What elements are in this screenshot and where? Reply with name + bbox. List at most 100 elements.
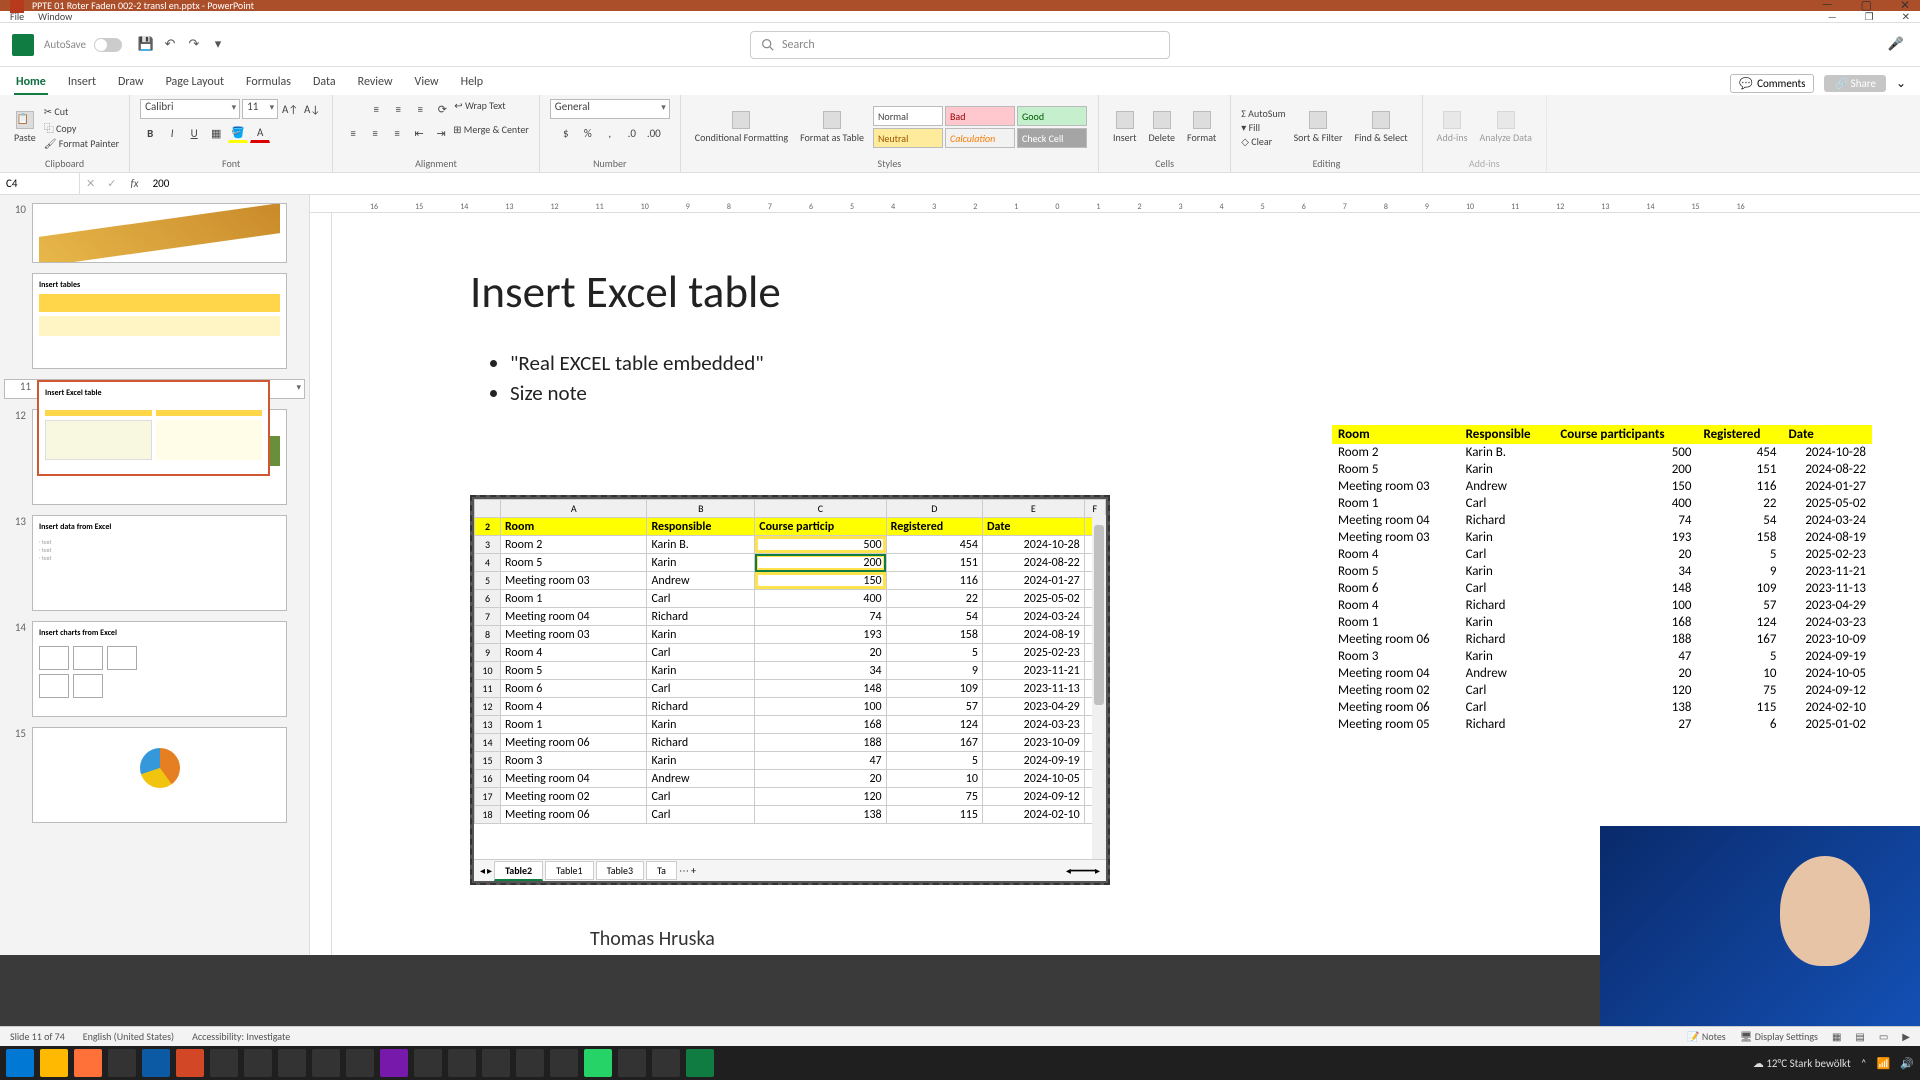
wrap-text-button[interactable]: ↩ Wrap Text xyxy=(454,99,505,119)
save-icon[interactable]: 💾 xyxy=(138,37,154,53)
indent-dec-icon[interactable]: ⇤ xyxy=(409,123,429,143)
view-reading-icon[interactable]: ▭ xyxy=(1879,1030,1888,1043)
tray-network-icon[interactable]: 📶 xyxy=(1877,1057,1891,1070)
status-lang[interactable]: English (United States) xyxy=(83,1030,174,1043)
sheet-hscroll[interactable]: ◂━━━━▸ xyxy=(1066,864,1100,877)
numfmt-select[interactable]: General xyxy=(550,99,670,119)
delete-cells-button[interactable]: Delete xyxy=(1144,111,1179,144)
find-select-button[interactable]: Find & Select xyxy=(1351,111,1412,144)
tb-powerpoint-icon[interactable] xyxy=(176,1049,204,1077)
border-button[interactable]: ▦ xyxy=(206,123,226,143)
embed-scrollbar[interactable] xyxy=(1092,515,1106,859)
tb-app3-icon[interactable] xyxy=(278,1049,306,1077)
view-slideshow-icon[interactable]: ▶ xyxy=(1902,1030,1910,1043)
tb-app5-icon[interactable] xyxy=(346,1049,374,1077)
currency-icon[interactable]: $ xyxy=(556,123,576,143)
cond-format-button[interactable]: Conditional Formatting xyxy=(691,111,792,144)
cut-button[interactable]: ✂ Cut xyxy=(44,105,119,118)
mic-icon[interactable]: 🎤 xyxy=(1888,37,1904,53)
tray-chevron-icon[interactable]: ˄ xyxy=(1861,1057,1867,1070)
table-row[interactable]: 16Meeting room 04Andrew20102024-10-05 xyxy=(475,770,1106,788)
tb-firefox-icon[interactable] xyxy=(74,1049,102,1077)
tab-insert[interactable]: Insert xyxy=(66,71,98,95)
name-box[interactable]: C4 xyxy=(0,173,80,194)
align-left-icon[interactable]: ≡ xyxy=(343,123,363,143)
table-row[interactable]: 8Meeting room 03Karin1931582024-08-19 xyxy=(475,626,1106,644)
tb-app12-icon[interactable] xyxy=(652,1049,680,1077)
tb-app1-icon[interactable] xyxy=(210,1049,238,1077)
thumbnail-10[interactable]: 10 xyxy=(4,203,305,263)
tab-home[interactable]: Home xyxy=(14,71,48,95)
bold-button[interactable]: B xyxy=(140,123,160,143)
analyze-button[interactable]: Analyze Data xyxy=(1476,111,1536,144)
sheet-more-icon[interactable]: ⋯ xyxy=(679,864,689,877)
undo-icon[interactable]: ↶ xyxy=(162,37,178,53)
tab-formulas[interactable]: Formulas xyxy=(244,71,293,95)
tb-app4-icon[interactable] xyxy=(312,1049,340,1077)
tb-app2-icon[interactable] xyxy=(244,1049,272,1077)
tab-draw[interactable]: Draw xyxy=(116,71,146,95)
table-row[interactable]: 17Meeting room 02Carl120752024-09-12 xyxy=(475,788,1106,806)
status-accessibility[interactable]: Accessibility: Investigate xyxy=(192,1030,290,1043)
table-row[interactable]: 11Room 6Carl1481092023-11-13 xyxy=(475,680,1106,698)
inc-dec-icon[interactable]: .0 xyxy=(622,123,642,143)
fill-button[interactable]: ▾ Fill xyxy=(1241,121,1285,134)
align-center-icon[interactable]: ≡ xyxy=(365,123,385,143)
thumbnail-11[interactable]: 11Insert Excel table xyxy=(4,379,305,399)
menu-window[interactable]: Window xyxy=(38,10,72,23)
notes-button[interactable]: 📝 Notes xyxy=(1687,1030,1726,1043)
autosave-toggle[interactable] xyxy=(94,38,122,52)
tray-weather[interactable]: ☁ 12°C Stark bewölkt xyxy=(1753,1057,1851,1070)
fillcolor-button[interactable]: 🪣 xyxy=(228,123,248,143)
percent-icon[interactable]: % xyxy=(578,123,598,143)
indent-inc-icon[interactable]: ⇥ xyxy=(431,123,451,143)
autosum-button[interactable]: Σ AutoSum xyxy=(1241,107,1285,120)
style-good[interactable]: Good xyxy=(1017,106,1087,126)
sheet-nav-first-icon[interactable]: ◂ xyxy=(480,864,485,877)
addins-button[interactable]: Add-ins xyxy=(1433,111,1472,144)
tab-help[interactable]: Help xyxy=(459,71,486,95)
align-bot-icon[interactable]: ≡ xyxy=(410,99,430,119)
view-normal-icon[interactable]: ▦ xyxy=(1832,1030,1841,1043)
insert-cells-button[interactable]: Insert xyxy=(1109,111,1141,144)
excel-embed-object[interactable]: ABCDEF 2RoomResponsibleCourse participRe… xyxy=(470,495,1110,885)
table-row[interactable]: 7Meeting room 04Richard74542024-03-24 xyxy=(475,608,1106,626)
sort-filter-button[interactable]: Sort & Filter xyxy=(1290,111,1347,144)
table-row[interactable]: 9Room 4Carl2052025-02-23 xyxy=(475,644,1106,662)
view-sorter-icon[interactable]: ▤ xyxy=(1855,1030,1864,1043)
comma-icon[interactable]: , xyxy=(600,123,620,143)
table-row[interactable]: 4Room 5Karin2001512024-08-22 xyxy=(475,554,1106,572)
tb-app6-icon[interactable] xyxy=(414,1049,442,1077)
tab-review[interactable]: Review xyxy=(356,71,395,95)
tb-app8-icon[interactable] xyxy=(482,1049,510,1077)
tb-onenote-icon[interactable] xyxy=(380,1049,408,1077)
fontsize-select[interactable]: 11 xyxy=(242,99,278,119)
grow-font-icon[interactable]: A↑ xyxy=(280,99,300,119)
align-top-icon[interactable]: ≡ xyxy=(366,99,386,119)
format-table-button[interactable]: Format as Table xyxy=(796,111,868,144)
tb-excel-icon[interactable] xyxy=(686,1049,714,1077)
style-normal[interactable]: Normal xyxy=(873,106,943,126)
table-row[interactable]: 10Room 5Karin3492023-11-21 xyxy=(475,662,1106,680)
merge-button[interactable]: ⊞ Merge & Center xyxy=(453,123,529,143)
style-neutral[interactable]: Neutral xyxy=(873,128,943,148)
tb-chrome-icon[interactable] xyxy=(108,1049,136,1077)
format-cells-button[interactable]: Format xyxy=(1183,111,1220,144)
table-row[interactable]: 6Room 1Carl400222025-05-02 xyxy=(475,590,1106,608)
thumbnail-pane[interactable]: 10 Insert tables 11Insert Excel table 12… xyxy=(0,195,310,955)
shrink-font-icon[interactable]: A↓ xyxy=(302,99,322,119)
sheet-tab-table2[interactable]: Table2 xyxy=(494,861,543,881)
thumbnail-13[interactable]: 13Insert data from Excel· text· text· te… xyxy=(4,515,305,611)
start-button[interactable] xyxy=(6,1049,34,1077)
tb-app7-icon[interactable] xyxy=(448,1049,476,1077)
align-right-icon[interactable]: ≡ xyxy=(387,123,407,143)
confirm-fx-icon[interactable]: ✓ xyxy=(101,177,122,190)
sheet-nav-prev-icon[interactable]: ▸ xyxy=(487,864,492,877)
tb-edge-icon[interactable] xyxy=(142,1049,170,1077)
dec-dec-icon[interactable]: .00 xyxy=(644,123,664,143)
style-check[interactable]: Check Cell xyxy=(1017,128,1087,148)
ppt-minimize-icon[interactable]: — xyxy=(1828,10,1837,23)
tray-sound-icon[interactable]: 🔊 xyxy=(1900,1057,1914,1070)
tab-view[interactable]: View xyxy=(413,71,441,95)
thumbnail-14[interactable]: 14Insert charts from Excel xyxy=(4,621,305,717)
